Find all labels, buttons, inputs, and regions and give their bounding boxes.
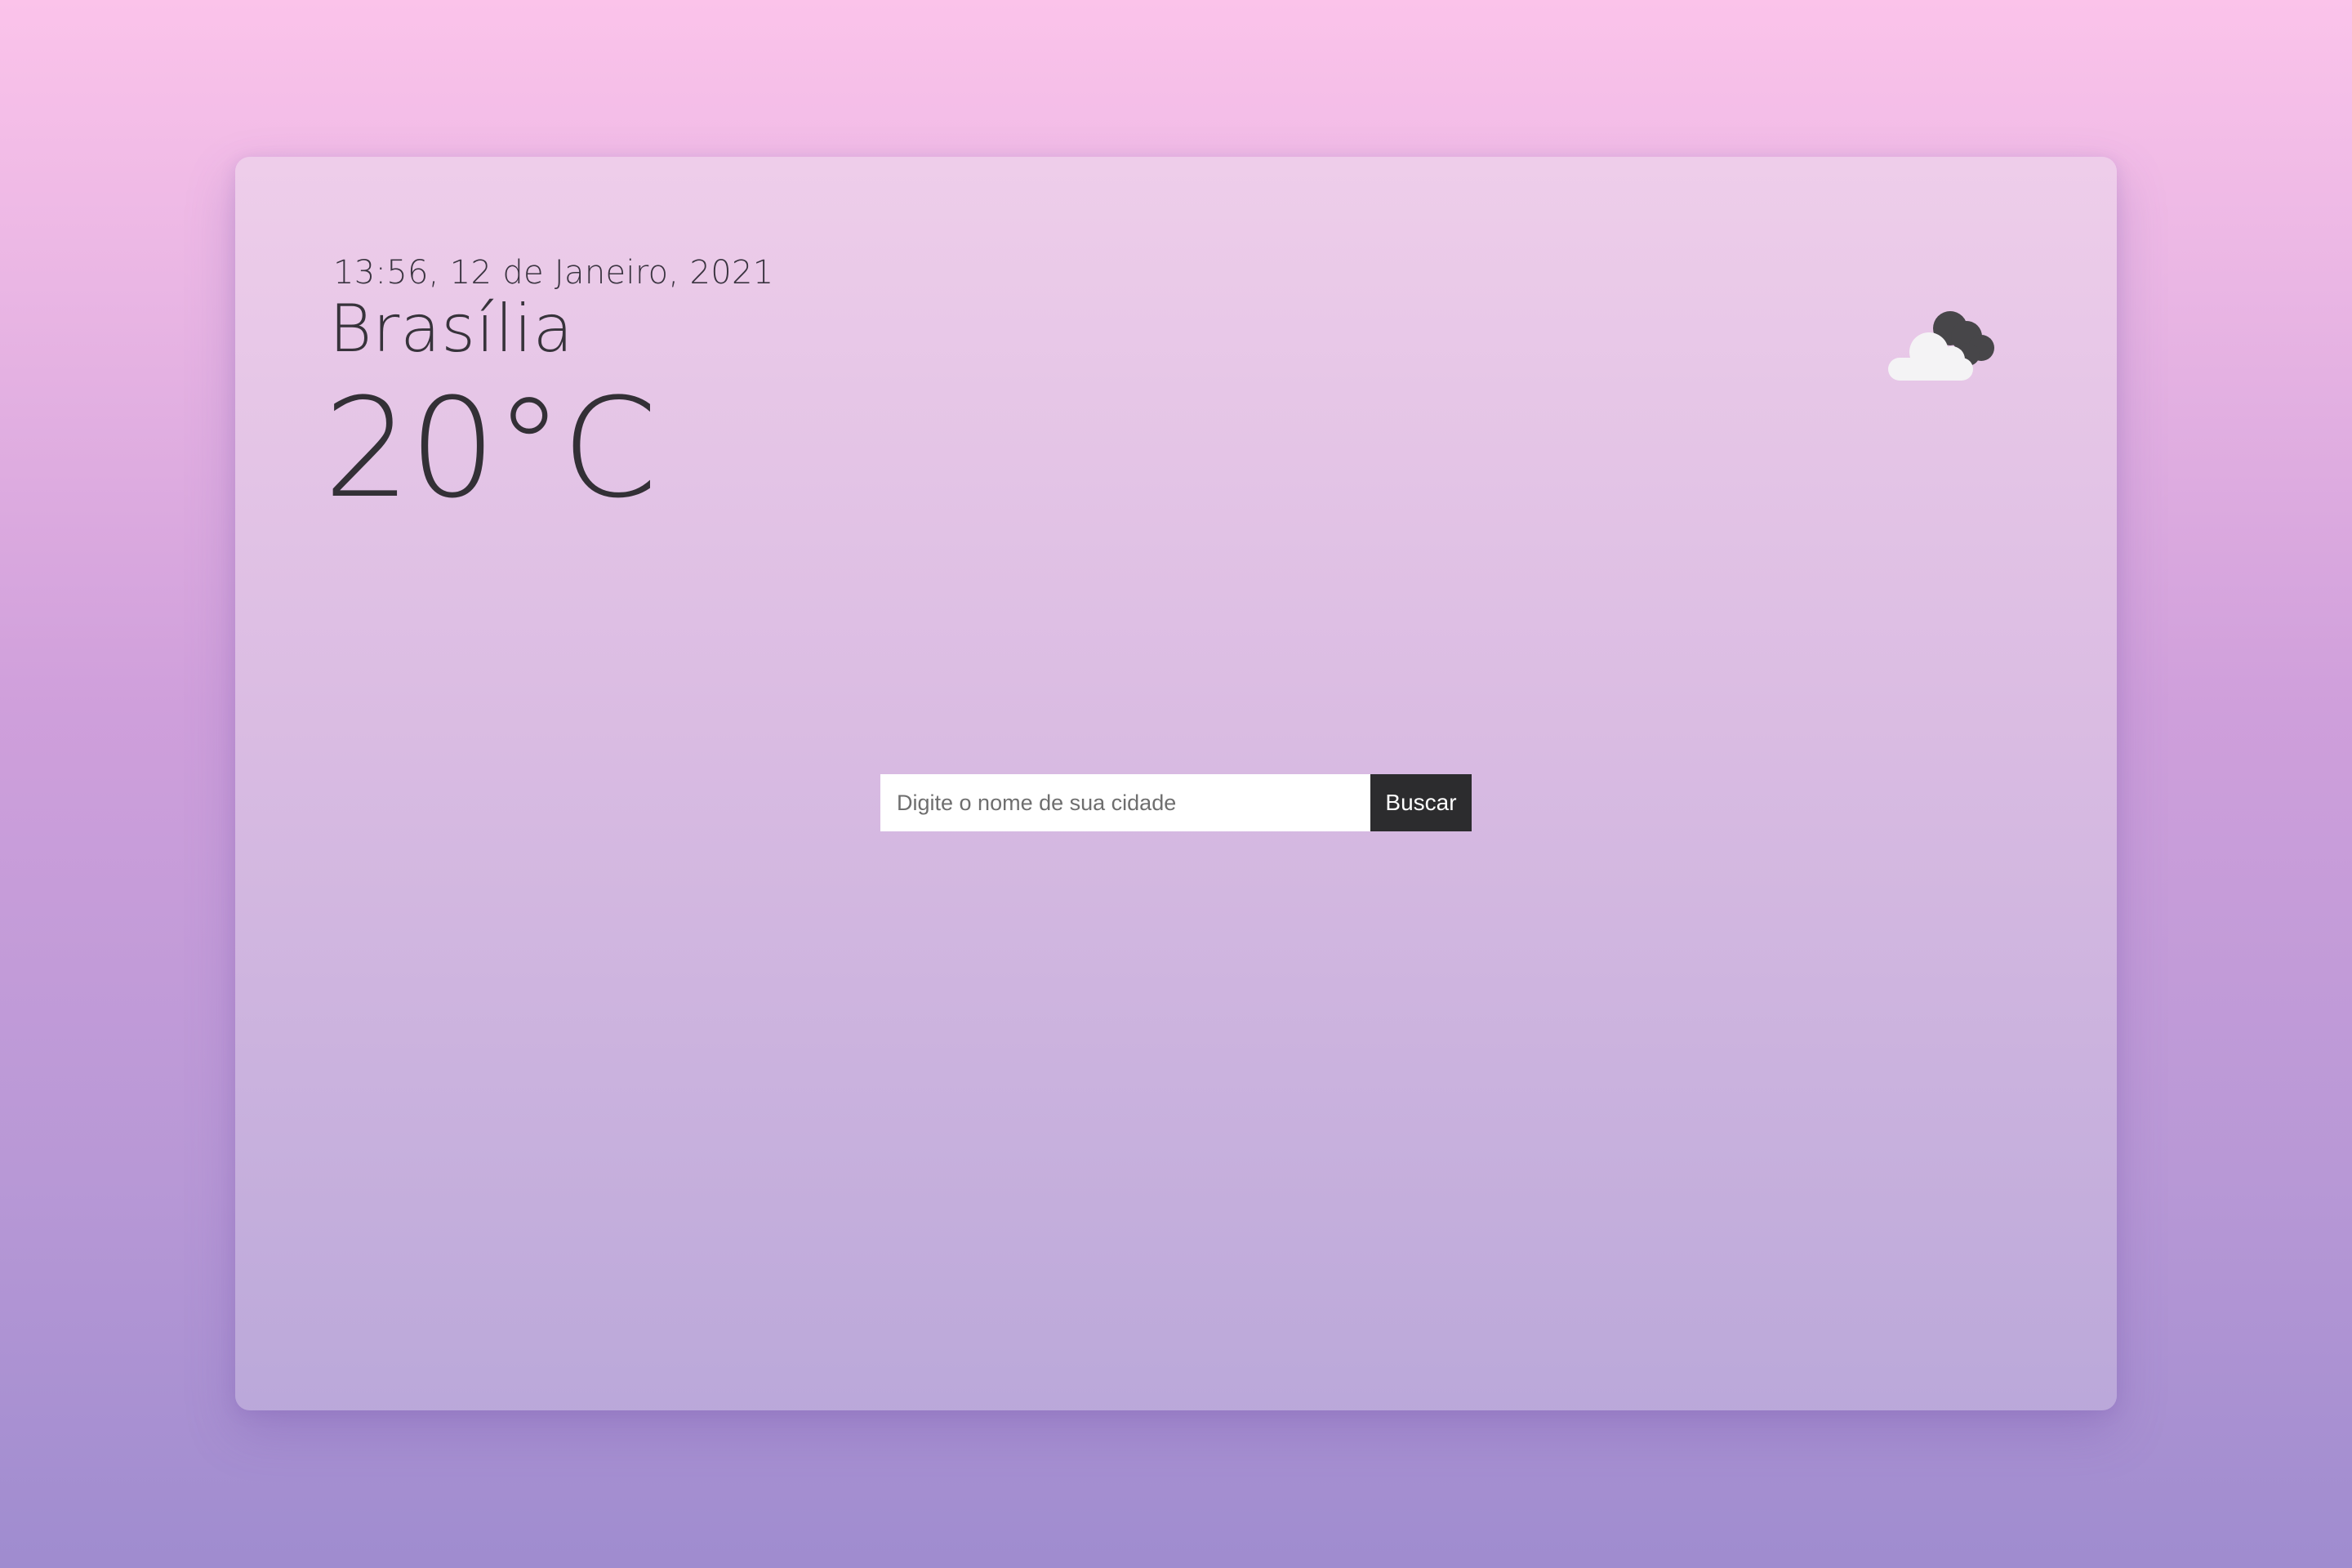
cloud-icon [1877, 294, 2007, 384]
search-form: Buscar [880, 774, 1472, 831]
city-search-input[interactable] [880, 774, 1370, 831]
weather-card: 13:56, 12 de Janeiro, 2021 Brasília 20°C… [235, 157, 2117, 1410]
search-button[interactable]: Buscar [1370, 774, 1472, 831]
temperature: 20°C [323, 368, 657, 528]
city-name: Brasília [329, 291, 574, 367]
date-time: 13:56, 12 de Janeiro, 2021 [333, 254, 774, 292]
